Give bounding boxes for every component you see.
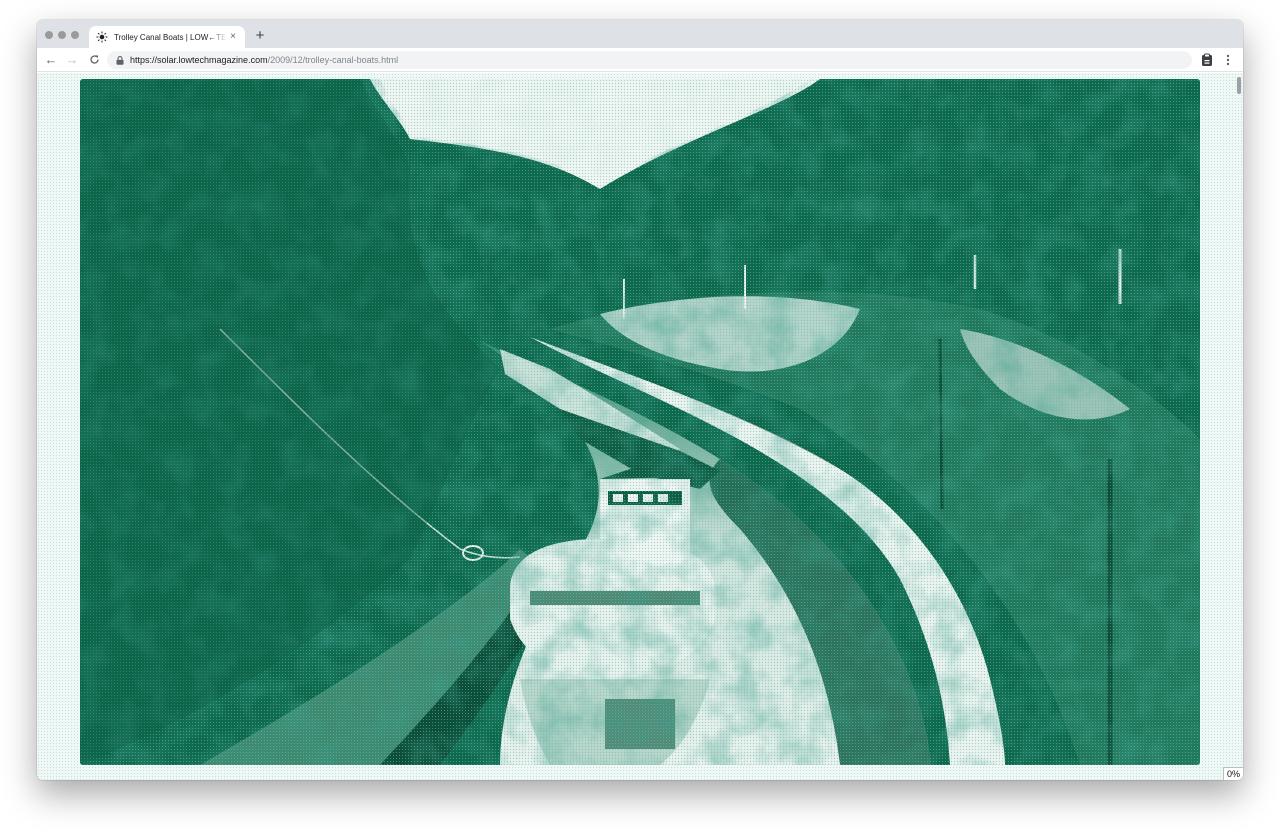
reload-icon (89, 55, 99, 64)
load-progress-indicator: 0% (1222, 767, 1243, 780)
url-path: /2009/12/trolley-canal-boats.html (267, 55, 399, 65)
close-tab-icon[interactable]: × (227, 32, 239, 42)
scrollbar[interactable] (1235, 73, 1243, 780)
tab-strip: Trolley Canal Boats | LOW←TECH MAGAZINE … (37, 20, 1243, 48)
browser-toolbar: ← → https://solar.lowtechmagazine.com/20… (37, 48, 1243, 72)
back-button[interactable]: ← (43, 51, 59, 69)
active-tab[interactable]: Trolley Canal Boats | LOW←TECH MAGAZINE … (89, 26, 245, 48)
kebab-menu-icon[interactable] (1225, 52, 1231, 68)
minimize-window-button[interactable] (58, 31, 66, 39)
maximize-window-button[interactable] (71, 31, 79, 39)
lock-icon (116, 55, 124, 65)
hero-image (80, 79, 1200, 765)
url-host: https://solar.lowtechmagazine.com (130, 55, 268, 65)
caption-peek (47, 773, 167, 780)
page-viewport: 0% (37, 73, 1243, 780)
clipboard-extension-icon[interactable] (1200, 53, 1214, 67)
sun-icon (96, 31, 108, 43)
address-bar[interactable]: https://solar.lowtechmagazine.com/2009/1… (107, 51, 1192, 69)
new-tab-button[interactable]: + (253, 26, 267, 46)
forward-button[interactable]: → (64, 51, 80, 69)
tab-title: Trolley Canal Boats | LOW←TECH MAGAZINE (114, 32, 227, 42)
close-window-button[interactable] (45, 31, 53, 39)
browser-window: Trolley Canal Boats | LOW←TECH MAGAZINE … (37, 20, 1243, 780)
scrollbar-thumb[interactable] (1237, 77, 1241, 94)
reload-button[interactable] (86, 51, 102, 69)
